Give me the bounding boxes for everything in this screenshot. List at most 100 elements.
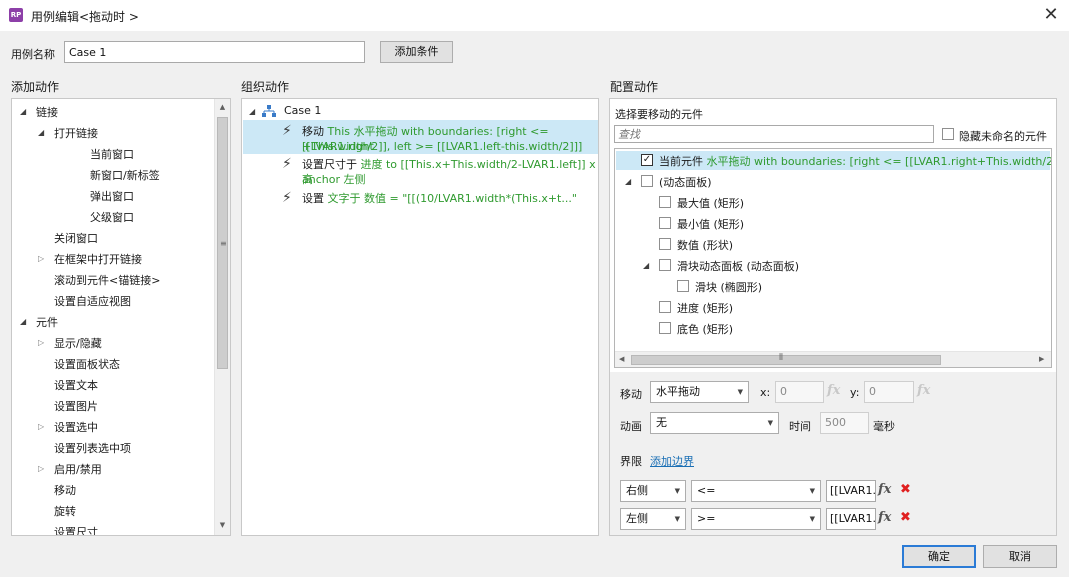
bound-fx-icon[interactable]: fx	[878, 510, 891, 525]
animation-select[interactable]: 无 ▼	[650, 412, 779, 434]
caret-right-icon[interactable]: ▷	[38, 422, 44, 431]
add-action-item[interactable]: 元件	[36, 314, 58, 330]
delete-bound-icon[interactable]: ✖	[900, 510, 911, 525]
delete-bound-icon[interactable]: ✖	[900, 482, 911, 497]
add-action-item[interactable]: 旋转	[54, 503, 76, 519]
add-action-item[interactable]: 新窗口/新标签	[90, 167, 160, 183]
action-row-set-text[interactable]: 设置 文字于 数值 = "[[(10/LVAR1.width*(This.x+t…	[302, 191, 577, 206]
widget-checkbox[interactable]	[677, 280, 689, 292]
widget-item[interactable]: 进度 (矩形)	[677, 300, 733, 316]
caret-down-icon[interactable]: ◢	[20, 317, 26, 326]
caret-down-icon[interactable]: ◢	[625, 177, 631, 186]
add-actions-panel: ◢ 链接 ◢ 打开链接当前窗口新窗口/新标签 弹出窗口父级窗口关闭窗口 ▷ 在框架中打开链接…	[11, 98, 231, 536]
widget-item[interactable]: 最小值 (矩形)	[677, 216, 744, 232]
cancel-button[interactable]: 取消	[983, 545, 1057, 568]
add-action-item[interactable]: 启用/禁用	[54, 461, 102, 477]
widget-checkbox[interactable]: ✓	[641, 154, 653, 166]
bound-side-select[interactable]: 右侧 ▼	[620, 480, 686, 502]
add-action-item[interactable]: 设置自适应视图	[54, 293, 131, 309]
ok-button[interactable]: 确定	[902, 545, 976, 568]
add-actions-scrollbar[interactable]: ▲ ≡ ▼	[214, 99, 230, 535]
add-action-item[interactable]: 设置文本	[54, 377, 98, 393]
add-action-item[interactable]: 父级窗口	[90, 209, 134, 225]
add-action-item[interactable]: 移动	[54, 482, 76, 498]
chevron-down-icon: ▼	[737, 388, 743, 396]
widget-label: 最小值 (矩形)	[677, 218, 745, 231]
y-fx-icon[interactable]: fx	[917, 383, 930, 398]
caret-right-icon[interactable]: ▷	[38, 338, 44, 347]
add-action-item[interactable]: 在框架中打开链接	[54, 251, 142, 267]
widget-checkbox[interactable]	[659, 301, 671, 313]
y-label: y:	[850, 386, 860, 399]
bound-operator-select[interactable]: <= ▼	[691, 480, 821, 502]
caret-down-icon[interactable]: ◢	[20, 107, 26, 116]
title-bar	[0, 0, 1069, 31]
widget-checkbox[interactable]	[659, 196, 671, 208]
widget-checkbox[interactable]	[641, 175, 653, 187]
bound-side-select[interactable]: 左侧 ▼	[620, 508, 686, 530]
action-bolt-icon: ⚡	[282, 156, 292, 172]
widget-item[interactable]: 当前元件 水平拖动 with boundaries: [right <= [[L…	[659, 153, 1051, 169]
chevron-down-icon: ▼	[809, 515, 815, 523]
widget-tree-hscrollbar[interactable]: ◀ ⦀ ▶	[615, 351, 1051, 367]
case-tree-icon	[262, 105, 276, 117]
widget-checkbox[interactable]	[659, 259, 671, 271]
x-label: x:	[760, 386, 771, 399]
caret-down-icon[interactable]: ◢	[643, 261, 649, 270]
widget-item[interactable]: 滑块动态面板 (动态面板)	[677, 258, 799, 274]
scroll-down-icon[interactable]: ▼	[215, 521, 230, 529]
scroll-up-icon[interactable]: ▲	[215, 103, 230, 111]
add-action-item[interactable]: 设置尺寸	[54, 524, 98, 535]
add-condition-button[interactable]: 添加条件	[380, 41, 453, 63]
action-detail-cont: +This.width/2]], left >= [[LVAR1.left-th…	[302, 140, 583, 153]
chevron-down-icon: ▼	[809, 487, 815, 495]
widget-checkbox[interactable]	[659, 238, 671, 250]
caret-down-icon[interactable]: ◢	[38, 128, 44, 137]
hide-unnamed-label: 隐藏未命名的元件	[959, 130, 1047, 143]
hscroll-thumb[interactable]	[631, 355, 941, 365]
add-action-item[interactable]: 打开链接	[54, 125, 98, 141]
add-action-item[interactable]: 滚动到元件<锚链接>	[54, 272, 160, 288]
add-action-item[interactable]: 设置面板状态	[54, 356, 120, 372]
bound-value-input[interactable]: [[LVAR1.	[826, 480, 876, 502]
action-verb: 移动	[302, 125, 324, 138]
add-action-item[interactable]: 设置列表选中项	[54, 440, 131, 456]
bound-fx-icon[interactable]: fx	[878, 482, 891, 497]
x-input[interactable]: 0	[775, 381, 824, 403]
widget-item[interactable]: 滑块 (椭圆形)	[695, 279, 762, 295]
close-icon[interactable]: ✕	[1040, 4, 1062, 26]
caret-down-icon[interactable]: ◢	[249, 107, 255, 116]
add-bound-link[interactable]: 添加边界	[650, 453, 694, 469]
scroll-right-icon[interactable]: ▶	[1039, 355, 1044, 363]
add-action-item[interactable]: 设置图片	[54, 398, 98, 414]
move-type-select[interactable]: 水平拖动 ▼	[650, 381, 749, 403]
hide-unnamed-checkbox[interactable]	[942, 128, 954, 140]
caret-right-icon[interactable]: ▷	[38, 464, 44, 473]
add-action-item[interactable]: 设置选中	[54, 419, 98, 435]
add-action-item[interactable]: 关闭窗口	[54, 230, 98, 246]
case-name-input[interactable]	[64, 41, 365, 63]
action-detail: 文字于 数值 = "[[(10/LVAR1.width*(This.x+t...…	[327, 192, 577, 205]
widget-label: 进度 (矩形)	[677, 302, 734, 315]
widget-checkbox[interactable]	[659, 322, 671, 334]
case-node[interactable]: Case 1	[284, 104, 321, 117]
widget-item[interactable]: (动态面板)	[659, 174, 712, 190]
caret-right-icon[interactable]: ▷	[38, 254, 44, 263]
time-input[interactable]: 500	[820, 412, 869, 434]
x-fx-icon[interactable]: fx	[827, 383, 840, 398]
widget-item[interactable]: 底色 (矩形)	[677, 321, 733, 337]
move-type-value: 水平拖动	[656, 385, 700, 398]
y-input[interactable]: 0	[864, 381, 914, 403]
add-action-item[interactable]: 显示/隐藏	[54, 335, 102, 351]
add-action-item[interactable]: 当前窗口	[90, 146, 134, 162]
widget-checkbox[interactable]	[659, 217, 671, 229]
widget-item[interactable]: 最大值 (矩形)	[677, 195, 744, 211]
widget-item[interactable]: 数值 (形状)	[677, 237, 733, 253]
bound-operator-select[interactable]: >= ▼	[691, 508, 821, 530]
bound-value-input[interactable]: [[LVAR1.	[826, 508, 876, 530]
scroll-left-icon[interactable]: ◀	[619, 355, 624, 363]
add-action-item[interactable]: 链接	[36, 104, 58, 120]
grip-icon: ≡	[220, 239, 227, 248]
widget-search-input[interactable]	[614, 125, 934, 143]
add-action-item[interactable]: 弹出窗口	[90, 188, 134, 204]
